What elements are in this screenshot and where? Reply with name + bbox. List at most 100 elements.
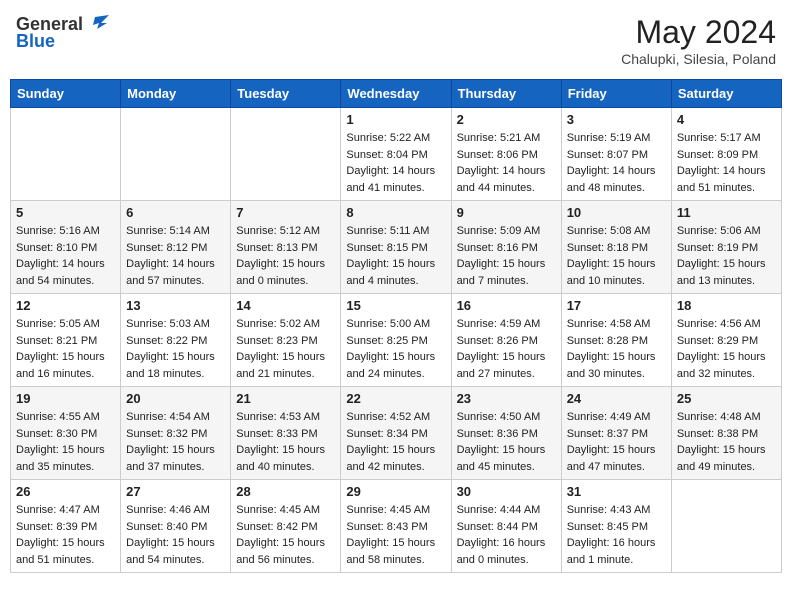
calendar-cell: 17 Sunrise: 4:58 AM Sunset: 8:28 PM Dayli… <box>561 294 671 387</box>
day-info: Sunrise: 5:06 AM Sunset: 8:19 PM Dayligh… <box>677 223 776 289</box>
calendar-cell: 7 Sunrise: 5:12 AM Sunset: 8:13 PM Daylig… <box>231 201 341 294</box>
day-info: Sunrise: 5:03 AM Sunset: 8:22 PM Dayligh… <box>126 316 225 382</box>
calendar-cell: 1 Sunrise: 5:22 AM Sunset: 8:04 PM Daylig… <box>341 108 451 201</box>
calendar-cell: 13 Sunrise: 5:03 AM Sunset: 8:22 PM Dayli… <box>121 294 231 387</box>
calendar-cell: 5 Sunrise: 5:16 AM Sunset: 8:10 PM Daylig… <box>11 201 121 294</box>
calendar-week-row: 5 Sunrise: 5:16 AM Sunset: 8:10 PM Daylig… <box>11 201 782 294</box>
calendar-cell: 22 Sunrise: 4:52 AM Sunset: 8:34 PM Dayli… <box>341 387 451 480</box>
day-number: 30 <box>457 484 556 499</box>
day-number: 4 <box>677 112 776 127</box>
day-info: Sunrise: 4:55 AM Sunset: 8:30 PM Dayligh… <box>16 409 115 475</box>
day-info: Sunrise: 5:22 AM Sunset: 8:04 PM Dayligh… <box>346 130 445 196</box>
calendar-cell: 28Sunrise: 4:45 AM Sunset: 8:42 PM Dayli… <box>231 480 341 573</box>
day-number: 7 <box>236 205 335 220</box>
day-info: Sunrise: 4:46 AM Sunset: 8:40 PM Dayligh… <box>126 502 225 568</box>
calendar-cell: 3 Sunrise: 5:19 AM Sunset: 8:07 PM Daylig… <box>561 108 671 201</box>
day-number: 17 <box>567 298 666 313</box>
day-number: 3 <box>567 112 666 127</box>
day-info: Sunrise: 4:59 AM Sunset: 8:26 PM Dayligh… <box>457 316 556 382</box>
calendar-cell <box>671 480 781 573</box>
day-info: Sunrise: 5:11 AM Sunset: 8:15 PM Dayligh… <box>346 223 445 289</box>
calendar-cell: 14 Sunrise: 5:02 AM Sunset: 8:23 PM Dayli… <box>231 294 341 387</box>
location-title: Chalupki, Silesia, Poland <box>621 51 776 67</box>
day-number: 1 <box>346 112 445 127</box>
day-number: 19 <box>16 391 115 406</box>
day-number: 8 <box>346 205 445 220</box>
day-number: 15 <box>346 298 445 313</box>
day-number: 25 <box>677 391 776 406</box>
calendar-cell: 9Sunrise: 5:09 AM Sunset: 8:16 PM Daylig… <box>451 201 561 294</box>
logo: General Blue <box>16 14 109 52</box>
day-number: 21 <box>236 391 335 406</box>
page-header: General Blue May 2024 Chalupki, Silesia,… <box>10 10 782 71</box>
weekday-header-sunday: Sunday <box>11 80 121 108</box>
day-number: 26 <box>16 484 115 499</box>
day-info: Sunrise: 5:17 AM Sunset: 8:09 PM Dayligh… <box>677 130 776 196</box>
calendar-week-row: 12Sunrise: 5:05 AM Sunset: 8:21 PM Dayli… <box>11 294 782 387</box>
logo-blue-text: Blue <box>16 31 55 52</box>
month-title: May 2024 <box>621 14 776 51</box>
calendar-week-row: 26 Sunrise: 4:47 AM Sunset: 8:39 PM Dayli… <box>11 480 782 573</box>
day-info: Sunrise: 4:52 AM Sunset: 8:34 PM Dayligh… <box>346 409 445 475</box>
day-info: Sunrise: 4:45 AM Sunset: 8:42 PM Dayligh… <box>236 502 335 568</box>
day-number: 5 <box>16 205 115 220</box>
day-info: Sunrise: 5:14 AM Sunset: 8:12 PM Dayligh… <box>126 223 225 289</box>
calendar-cell: 10 Sunrise: 5:08 AM Sunset: 8:18 PM Dayli… <box>561 201 671 294</box>
day-number: 20 <box>126 391 225 406</box>
day-number: 22 <box>346 391 445 406</box>
calendar-cell: 21 Sunrise: 4:53 AM Sunset: 8:33 PM Dayli… <box>231 387 341 480</box>
day-number: 31 <box>567 484 666 499</box>
calendar-cell: 25Sunrise: 4:48 AM Sunset: 8:38 PM Dayli… <box>671 387 781 480</box>
day-info: Sunrise: 4:56 AM Sunset: 8:29 PM Dayligh… <box>677 316 776 382</box>
day-number: 11 <box>677 205 776 220</box>
day-number: 10 <box>567 205 666 220</box>
day-number: 29 <box>346 484 445 499</box>
calendar-cell: 16Sunrise: 4:59 AM Sunset: 8:26 PM Dayli… <box>451 294 561 387</box>
day-info: Sunrise: 5:00 AM Sunset: 8:25 PM Dayligh… <box>346 316 445 382</box>
weekday-header-monday: Monday <box>121 80 231 108</box>
day-info: Sunrise: 5:19 AM Sunset: 8:07 PM Dayligh… <box>567 130 666 196</box>
calendar-cell: 29 Sunrise: 4:45 AM Sunset: 8:43 PM Dayli… <box>341 480 451 573</box>
calendar-cell: 4 Sunrise: 5:17 AM Sunset: 8:09 PM Daylig… <box>671 108 781 201</box>
weekday-header-friday: Friday <box>561 80 671 108</box>
weekday-header-thursday: Thursday <box>451 80 561 108</box>
day-info: Sunrise: 5:05 AM Sunset: 8:21 PM Dayligh… <box>16 316 115 382</box>
calendar-cell: 26 Sunrise: 4:47 AM Sunset: 8:39 PM Dayli… <box>11 480 121 573</box>
calendar-cell: 30 Sunrise: 4:44 AM Sunset: 8:44 PM Dayli… <box>451 480 561 573</box>
day-number: 6 <box>126 205 225 220</box>
weekday-header-row: SundayMondayTuesdayWednesdayThursdayFrid… <box>11 80 782 108</box>
day-info: Sunrise: 4:58 AM Sunset: 8:28 PM Dayligh… <box>567 316 666 382</box>
calendar-cell: 11 Sunrise: 5:06 AM Sunset: 8:19 PM Dayli… <box>671 201 781 294</box>
day-info: Sunrise: 5:02 AM Sunset: 8:23 PM Dayligh… <box>236 316 335 382</box>
day-number: 23 <box>457 391 556 406</box>
calendar-cell: 18 Sunrise: 4:56 AM Sunset: 8:29 PM Dayli… <box>671 294 781 387</box>
calendar-cell <box>11 108 121 201</box>
day-info: Sunrise: 4:50 AM Sunset: 8:36 PM Dayligh… <box>457 409 556 475</box>
day-info: Sunrise: 4:47 AM Sunset: 8:39 PM Dayligh… <box>16 502 115 568</box>
calendar-cell: 15 Sunrise: 5:00 AM Sunset: 8:25 PM Dayli… <box>341 294 451 387</box>
day-info: Sunrise: 5:12 AM Sunset: 8:13 PM Dayligh… <box>236 223 335 289</box>
day-number: 13 <box>126 298 225 313</box>
day-number: 9 <box>457 205 556 220</box>
calendar-cell <box>231 108 341 201</box>
day-info: Sunrise: 4:54 AM Sunset: 8:32 PM Dayligh… <box>126 409 225 475</box>
day-number: 27 <box>126 484 225 499</box>
day-info: Sunrise: 4:44 AM Sunset: 8:44 PM Dayligh… <box>457 502 556 568</box>
day-info: Sunrise: 5:21 AM Sunset: 8:06 PM Dayligh… <box>457 130 556 196</box>
day-info: Sunrise: 4:53 AM Sunset: 8:33 PM Dayligh… <box>236 409 335 475</box>
calendar-cell: 24Sunrise: 4:49 AM Sunset: 8:37 PM Dayli… <box>561 387 671 480</box>
day-info: Sunrise: 5:16 AM Sunset: 8:10 PM Dayligh… <box>16 223 115 289</box>
calendar-cell: 20 Sunrise: 4:54 AM Sunset: 8:32 PM Dayli… <box>121 387 231 480</box>
calendar-cell: 23 Sunrise: 4:50 AM Sunset: 8:36 PM Dayli… <box>451 387 561 480</box>
title-block: May 2024 Chalupki, Silesia, Poland <box>621 14 776 67</box>
day-number: 14 <box>236 298 335 313</box>
day-info: Sunrise: 4:43 AM Sunset: 8:45 PM Dayligh… <box>567 502 666 568</box>
calendar-cell: 2Sunrise: 5:21 AM Sunset: 8:06 PM Daylig… <box>451 108 561 201</box>
day-info: Sunrise: 5:08 AM Sunset: 8:18 PM Dayligh… <box>567 223 666 289</box>
calendar-cell: 31 Sunrise: 4:43 AM Sunset: 8:45 PM Dayli… <box>561 480 671 573</box>
calendar-cell: 27 Sunrise: 4:46 AM Sunset: 8:40 PM Dayli… <box>121 480 231 573</box>
calendar-week-row: 19 Sunrise: 4:55 AM Sunset: 8:30 PM Dayli… <box>11 387 782 480</box>
day-info: Sunrise: 4:45 AM Sunset: 8:43 PM Dayligh… <box>346 502 445 568</box>
weekday-header-saturday: Saturday <box>671 80 781 108</box>
day-number: 18 <box>677 298 776 313</box>
